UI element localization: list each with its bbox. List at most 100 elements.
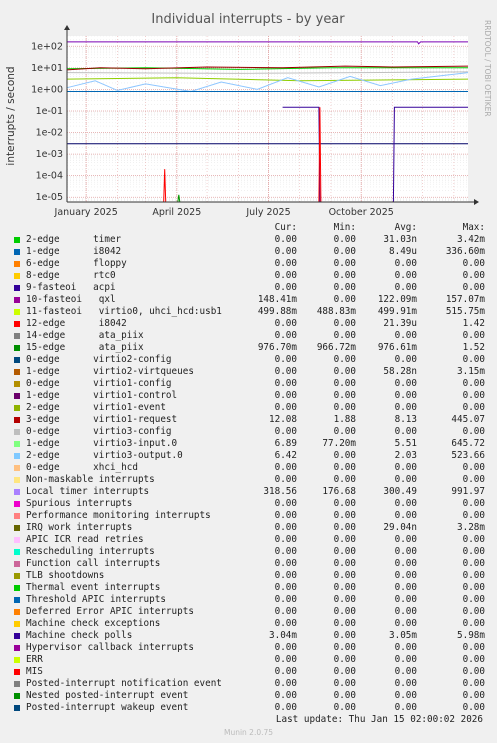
min-value: 0.00 xyxy=(333,642,356,653)
max-value: 5.98m xyxy=(457,630,485,641)
max-value: 0.00 xyxy=(462,510,485,521)
color-swatch xyxy=(14,525,20,531)
y-tick-label: 1e-03 xyxy=(36,149,63,160)
min-value: 0.00 xyxy=(333,702,356,713)
max-value: 645.72 xyxy=(451,438,485,449)
max-value: 157.07m xyxy=(445,294,485,305)
x-axis-arrow xyxy=(474,199,479,205)
max-value: 515.75m xyxy=(445,306,485,317)
min-value: 966.72m xyxy=(316,342,356,353)
cur-value: 0.00 xyxy=(274,702,297,713)
series-label: 1-edge i8042 xyxy=(26,246,122,257)
max-value: 1.42 xyxy=(462,318,485,329)
y-tick-label: 1e+00 xyxy=(31,84,63,95)
min-value: 0.00 xyxy=(333,534,356,545)
max-value: 0.00 xyxy=(462,690,485,701)
legend-row: 14-edge ata_piix 0.00 0.00 0.00 0.00 xyxy=(0,330,497,342)
legend-row: Posted-interrupt notification event 0.00 0… xyxy=(0,678,497,690)
min-value: 0.00 xyxy=(333,234,356,245)
avg-value: 0.00 xyxy=(394,258,417,269)
cur-value: 0.00 xyxy=(274,282,297,293)
max-value: 3.28m xyxy=(457,522,485,533)
min-value: 0.00 xyxy=(333,570,356,581)
color-swatch xyxy=(14,333,20,339)
color-swatch xyxy=(14,273,20,279)
min-value: 0.00 xyxy=(333,294,356,305)
color-swatch xyxy=(14,285,20,291)
cur-value: 0.00 xyxy=(274,606,297,617)
cur-value: 0.00 xyxy=(274,258,297,269)
cur-value: 0.00 xyxy=(274,498,297,509)
min-value: 0.00 xyxy=(333,390,356,401)
legend-row: ERR 0.00 0.00 0.00 0.00 xyxy=(0,654,497,666)
color-swatch xyxy=(14,621,20,627)
legend-row: 3-edge virtio1-request 12.08 1.88 8.13 445.0… xyxy=(0,414,497,426)
color-swatch xyxy=(14,633,20,639)
y-tick-label: 1e-02 xyxy=(36,128,63,139)
avg-value: 0.00 xyxy=(394,474,417,485)
series-label: 8-edge rtc0 xyxy=(26,270,116,281)
cur-value: 148.41m xyxy=(257,294,297,305)
color-swatch xyxy=(14,465,20,471)
cur-value: 318.56 xyxy=(263,486,297,497)
color-swatch xyxy=(14,681,20,687)
max-value: 0.00 xyxy=(462,678,485,689)
legend-row: 15-edge ata_piix 976.70m 966.72m 976.61m 1.5… xyxy=(0,342,497,354)
min-value: 0.00 xyxy=(333,246,356,257)
color-swatch xyxy=(14,249,20,255)
series-label: 6-edge floppy xyxy=(26,258,127,269)
max-value: 0.00 xyxy=(462,270,485,281)
cur-value: 0.00 xyxy=(274,522,297,533)
color-swatch xyxy=(14,297,20,303)
legend-row: Threshold APIC interrupts 0.00 0.00 0.00 0.0… xyxy=(0,594,497,606)
min-value: 0.00 xyxy=(333,258,356,269)
max-value: 0.00 xyxy=(462,282,485,293)
color-swatch xyxy=(14,537,20,543)
min-value: 1.88 xyxy=(333,414,356,425)
cur-value: 0.00 xyxy=(274,390,297,401)
legend-row: 2-edge virtio3-output.0 6.42 0.00 2.03 523.6… xyxy=(0,450,497,462)
cur-value: 499.88m xyxy=(257,306,297,317)
legend-row: Thermal event interrupts 0.00 0.00 0.00 0.00 xyxy=(0,582,497,594)
cur-value: 6.42 xyxy=(274,450,297,461)
color-swatch xyxy=(14,549,20,555)
cur-value: 0.00 xyxy=(274,234,297,245)
max-value: 0.00 xyxy=(462,402,485,413)
series-label: Posted-interrupt wakeup event xyxy=(26,702,189,713)
legend-row: Performance monitoring interrupts 0.00 0.0… xyxy=(0,510,497,522)
min-value: 0.00 xyxy=(333,270,356,281)
avg-value: 0.00 xyxy=(394,678,417,689)
max-value: 0.00 xyxy=(462,546,485,557)
legend-row: 11-fasteoi virtio0, uhci_hcd:usb1 499.88m… xyxy=(0,306,497,318)
cur-value: 0.00 xyxy=(274,474,297,485)
avg-value: 31.03n xyxy=(383,234,417,245)
series-label: TLB shootdowns xyxy=(26,570,105,581)
header-min: Min: xyxy=(333,222,356,233)
cur-value: 0.00 xyxy=(274,570,297,581)
color-swatch xyxy=(14,561,20,567)
avg-value: 0.00 xyxy=(394,582,417,593)
series-label: 0-edge virtio3-config xyxy=(26,426,172,437)
cur-value: 0.00 xyxy=(274,246,297,257)
legend-row: Machine check polls 3.04m 0.00 3.05m 5.98m xyxy=(0,630,497,642)
color-swatch xyxy=(14,321,20,327)
cur-value: 976.70m xyxy=(257,342,297,353)
max-value: 1.52 xyxy=(462,342,485,353)
avg-value: 29.04n xyxy=(383,522,417,533)
series-label: 0-edge virtio2-config xyxy=(26,354,172,365)
max-value: 0.00 xyxy=(462,462,485,473)
cur-value: 0.00 xyxy=(274,642,297,653)
series-label: Performance monitoring interrupts xyxy=(26,510,211,521)
max-value: 0.00 xyxy=(462,606,485,617)
avg-value: 0.00 xyxy=(394,606,417,617)
cur-value: 0.00 xyxy=(274,510,297,521)
legend-row: 0-edge xhci_hcd 0.00 0.00 0.00 0.00 xyxy=(0,462,497,474)
avg-value: 0.00 xyxy=(394,690,417,701)
color-swatch xyxy=(14,573,20,579)
interrupts-chart: Individual interrupts - by year interrup… xyxy=(5,12,492,218)
min-value: 0.00 xyxy=(333,582,356,593)
y-tick-label: 1e-01 xyxy=(36,106,63,117)
min-value: 0.00 xyxy=(333,462,356,473)
legend-row: 10-fasteoi qxl 148.41m 0.00 122.09m 157.07m xyxy=(0,294,497,306)
min-value: 0.00 xyxy=(333,366,356,377)
